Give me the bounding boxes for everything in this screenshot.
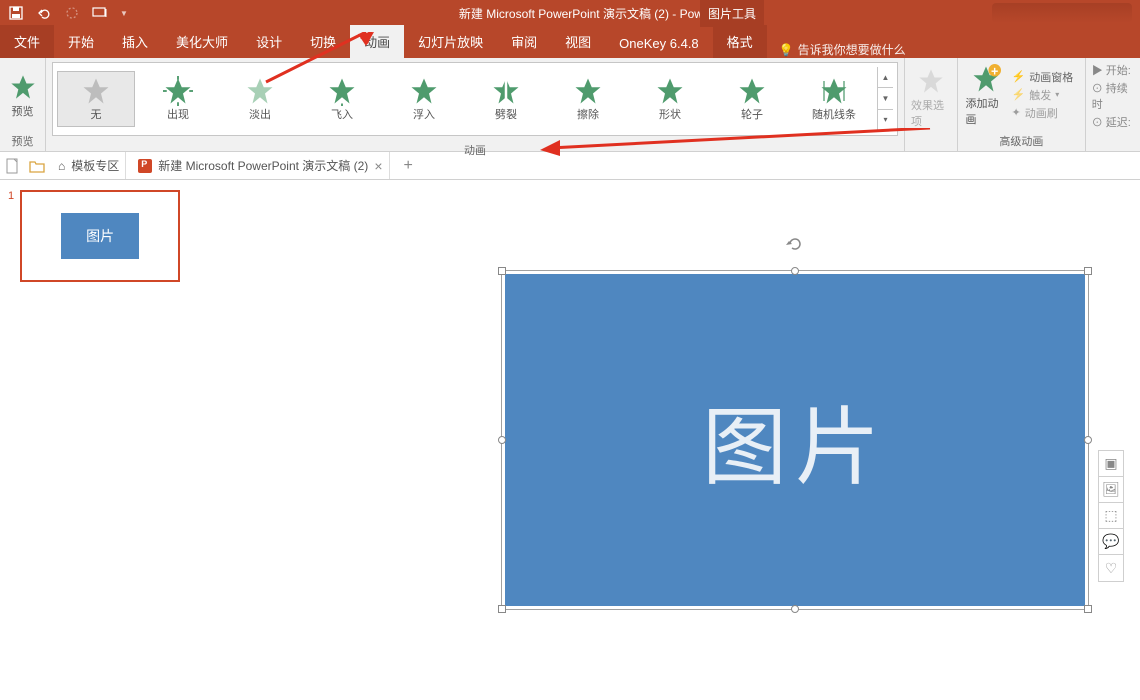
timing-delay[interactable]: ⊙ 延迟: (1092, 114, 1134, 130)
preview-button[interactable]: 预览 (6, 71, 39, 119)
slideshow-icon[interactable] (92, 5, 108, 21)
resize-handle[interactable] (498, 267, 506, 275)
anim-float[interactable]: 浮入 (385, 72, 463, 126)
redo-icon[interactable] (64, 5, 80, 21)
rotate-handle-icon[interactable] (786, 235, 804, 253)
animation-pane-button[interactable]: ⚡动画窗格 (1012, 69, 1074, 85)
favorite-icon[interactable]: ♡ (1099, 555, 1123, 581)
selected-shape[interactable]: 图片 (501, 270, 1089, 610)
tell-me-box[interactable]: 💡 告诉我你想要做什么 (767, 41, 918, 58)
resize-handle[interactable] (791, 267, 799, 275)
anim-wipe[interactable]: 擦除 (549, 72, 627, 126)
preview-star-icon (7, 71, 39, 103)
add-animation-button[interactable]: + 添加动画 (966, 63, 1006, 127)
ribbon: 预览 预览 无 出现 淡出 飞入 浮入 劈裂 擦除 形状 轮子 随机线条 ▲▼▾… (0, 58, 1140, 152)
anim-none[interactable]: 无 (57, 71, 135, 127)
layout-options-icon[interactable]: ▣ (1099, 451, 1123, 477)
powerpoint-file-icon (138, 159, 152, 173)
svg-text:+: + (991, 64, 998, 78)
tab-format[interactable]: 格式 (713, 25, 767, 58)
thumb-shape: 图片 (61, 213, 139, 259)
effect-options-label: 效果选项 (911, 97, 951, 129)
anim-random[interactable]: 随机线条 (795, 72, 873, 126)
undo-icon[interactable] (36, 5, 52, 21)
shape-text: 图片 (702, 379, 888, 502)
resize-handle[interactable] (1084, 267, 1092, 275)
contextual-tab-group: 图片工具 (700, 0, 764, 27)
annotation-arrow-icon (500, 128, 940, 158)
group-preview: 预览 预览 (0, 58, 46, 151)
thumbnail-panel: 1 图片 (0, 180, 198, 693)
tab-onekey[interactable]: OneKey 6.4.8 (605, 29, 713, 58)
tab-slideshow[interactable]: 幻灯片放映 (404, 25, 497, 58)
effect-options-button: 效果选项 (911, 65, 951, 129)
ribbon-tab-rail: 图片工具 文件 开始 插入 美化大师 设计 切换 动画 幻灯片放映 审阅 视图 … (0, 26, 1140, 58)
home-icon: ⌂ (58, 159, 65, 173)
slide-number: 1 (8, 190, 14, 282)
preview-label: 预览 (12, 103, 34, 119)
workspace: 1 图片 图片 ▣ 🖼 ⬚ 💬 ♡ (0, 180, 1140, 693)
tell-me-text: 告诉我你想要做什么 (798, 41, 906, 58)
resize-handle[interactable] (791, 605, 799, 613)
gallery-scroll[interactable]: ▲▼▾ (877, 67, 893, 131)
resize-handle[interactable] (1084, 436, 1092, 444)
resize-handle[interactable] (498, 436, 506, 444)
account-area (992, 3, 1132, 23)
tab-review[interactable]: 审阅 (497, 25, 551, 58)
pane-icon: ⚡ (1012, 70, 1026, 83)
timing-duration[interactable]: ⊙ 持续时 (1092, 80, 1134, 112)
animation-painter-button[interactable]: ✦动画刷 (1012, 105, 1074, 121)
qat-dropdown-icon[interactable]: ▼ (120, 9, 128, 18)
anim-split[interactable]: 劈裂 (467, 72, 545, 126)
effect-options-icon (915, 65, 947, 97)
save-icon[interactable] (8, 5, 24, 21)
resize-handle[interactable] (1084, 605, 1092, 613)
crop-icon[interactable]: ⬚ (1099, 503, 1123, 529)
window-title: 新建 Microsoft PowerPoint 演示文稿 (2) - Power… (128, 5, 992, 22)
anim-wheel[interactable]: 轮子 (713, 72, 791, 126)
tab-home[interactable]: 开始 (54, 25, 108, 58)
side-toolbox: ▣ 🖼 ⬚ 💬 ♡ (1098, 450, 1124, 582)
comment-icon[interactable]: 💬 (1099, 529, 1123, 555)
group-advanced-label: 高级动画 (958, 131, 1085, 151)
group-timing: ▶ 开始: ⊙ 持续时 ⊙ 延迟: (1086, 58, 1140, 151)
group-advanced-animation: + 添加动画 ⚡动画窗格 ⚡触发▾ ✦动画刷 高级动画 (958, 58, 1086, 151)
lightbulb-icon: 💡 (779, 43, 794, 57)
tab-insert[interactable]: 插入 (108, 25, 162, 58)
anim-shape[interactable]: 形状 (631, 72, 709, 126)
resize-handle[interactable] (498, 605, 506, 613)
trigger-button[interactable]: ⚡触发▾ (1012, 87, 1074, 103)
timing-start[interactable]: ▶ 开始: (1092, 62, 1134, 78)
slide-thumbnail[interactable]: 图片 (20, 190, 180, 282)
picture-icon[interactable]: 🖼 (1099, 477, 1123, 503)
file-tab[interactable]: 文件 (0, 25, 54, 58)
add-animation-label: 添加动画 (966, 95, 1006, 127)
trigger-icon: ⚡ (1012, 88, 1026, 101)
painter-icon: ✦ (1012, 106, 1021, 119)
group-preview-label: 预览 (0, 131, 45, 151)
slide: 图片 (229, 200, 1109, 700)
tab-view[interactable]: 视图 (551, 25, 605, 58)
open-folder-icon[interactable] (28, 157, 46, 175)
slide-canvas[interactable]: 图片 ▣ 🖼 ⬚ 💬 ♡ (198, 180, 1140, 693)
title-bar: ▼ 新建 Microsoft PowerPoint 演示文稿 (2) - Pow… (0, 0, 1140, 26)
annotation-arrow-icon (256, 32, 376, 92)
anim-appear[interactable]: 出现 (139, 72, 217, 126)
tab-beautify[interactable]: 美化大师 (162, 25, 242, 58)
animation-gallery[interactable]: 无 出现 淡出 飞入 浮入 劈裂 擦除 形状 轮子 随机线条 ▲▼▾ (52, 62, 898, 136)
new-document-icon[interactable] (4, 157, 22, 175)
add-animation-icon: + (970, 63, 1002, 95)
